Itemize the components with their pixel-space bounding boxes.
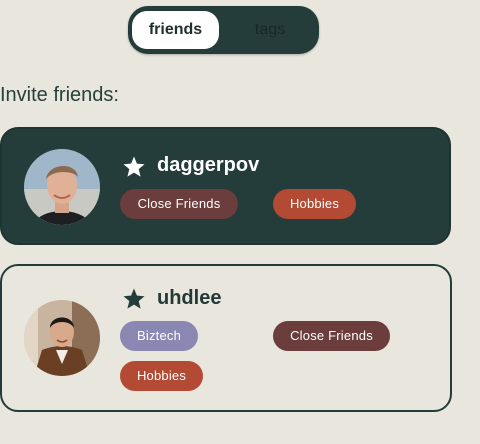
friend-card-uhdlee[interactable]: uhdlee Biztech Close Friends Hobbies xyxy=(0,264,452,412)
friends-tags-toggle[interactable]: friends tags xyxy=(128,6,319,54)
star-icon[interactable] xyxy=(122,287,146,311)
star-icon[interactable] xyxy=(122,155,146,179)
tag-biztech[interactable]: Biztech xyxy=(120,321,198,351)
tag-close-friends[interactable]: Close Friends xyxy=(120,189,238,219)
tab-tags[interactable]: tags xyxy=(225,11,315,49)
avatar xyxy=(24,149,100,225)
tab-friends[interactable]: friends xyxy=(132,11,219,49)
tag-hobbies[interactable]: Hobbies xyxy=(120,361,203,391)
friend-card-daggerpov[interactable]: daggerpov Close Friends Hobbies xyxy=(0,127,451,245)
friend-username: daggerpov xyxy=(157,154,260,176)
friend-username: uhdlee xyxy=(157,287,222,309)
section-title: Invite friends: xyxy=(0,84,119,106)
tag-hobbies[interactable]: Hobbies xyxy=(273,189,356,219)
tag-close-friends[interactable]: Close Friends xyxy=(273,321,390,351)
avatar xyxy=(24,300,100,376)
